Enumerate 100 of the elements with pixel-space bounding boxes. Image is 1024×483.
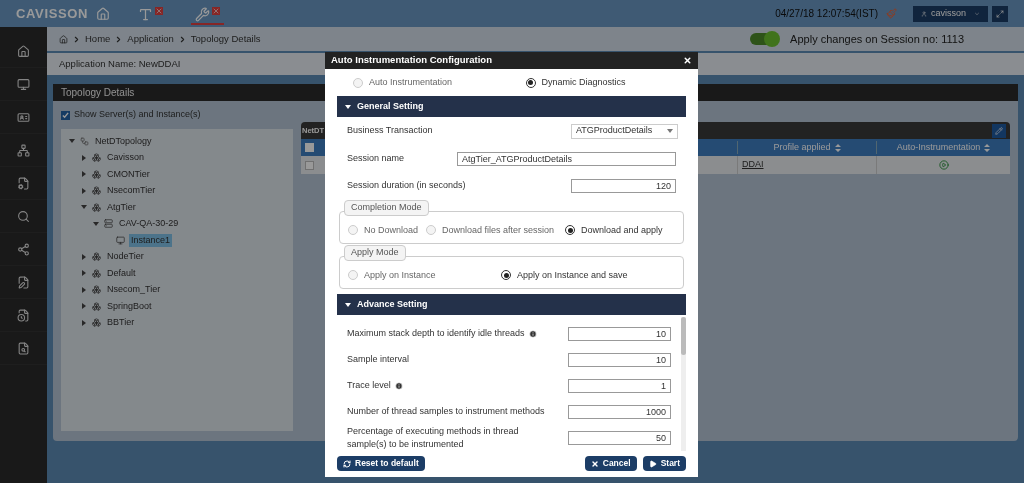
tree-item-label[interactable]: Nsecom_Tier [105,283,163,297]
application-name: Application Name: NewDDAI [59,56,181,71]
reset-button[interactable]: Reset to default [337,456,425,471]
sort-icon[interactable] [984,143,991,152]
profile-link[interactable]: DDAI [742,158,764,172]
radio-label: Apply on Instance [364,268,436,282]
checkbox-label: Show Server(s) and Instance(s) [74,108,201,122]
expand-button[interactable] [992,5,1008,22]
radio-label: Apply on Instance and save [517,268,628,282]
scrollbar[interactable] [681,317,686,451]
tree-item-label[interactable]: CAV-QA-30-29 [117,217,181,231]
breadcrumb-link[interactable]: Topology Details [190,31,261,47]
server-icon [104,219,113,229]
monitor-icon[interactable] [17,77,30,91]
user-menu-button[interactable]: cavisson [913,5,988,22]
play-icon [648,459,657,468]
caret-down-icon[interactable] [345,103,351,110]
user-icon [921,9,927,18]
tree-item-label[interactable]: NetDTopology [93,134,154,148]
section-header[interactable]: Advance Setting [337,294,686,315]
file-gear-icon[interactable] [17,176,30,190]
id-card-icon[interactable] [17,110,30,124]
pencil-icon [995,126,1003,135]
field-label: Session duration (in seconds) [347,179,466,193]
caret-right-icon[interactable] [81,253,87,260]
field-label: Percentage of executing methods in thread sample(s) to be instrumented [347,424,520,451]
file-clock-icon[interactable] [17,308,30,322]
caret-right-icon[interactable] [81,303,87,310]
caret-right-icon[interactable] [81,286,87,293]
checkbox[interactable] [305,143,314,152]
input-field[interactable]: 50 [568,431,671,445]
expand-icon [996,9,1004,18]
cluster-icon [92,186,101,196]
share-icon[interactable] [17,242,30,256]
cluster-icon [92,268,101,278]
radio-label: Auto Instrumentation [369,75,453,89]
group-legend: Completion Mode [344,200,429,216]
chevron-right-icon [72,34,81,44]
cluster-icon [92,169,101,179]
refresh-icon [343,459,351,468]
toggle-switch[interactable] [750,33,779,45]
panel-title: Topology Details [61,86,135,100]
tree-item-label[interactable]: Default [105,266,138,280]
tree-item-label[interactable]: NsecomTier [105,184,158,198]
field-label: Business Transaction [347,124,433,138]
section-title: General Setting [357,99,424,113]
tree-item-label[interactable]: BBTier [105,316,137,330]
input-field[interactable]: 120 [571,179,676,193]
cluster-icon [92,285,101,295]
instance-icon [116,235,125,245]
tree-item-label[interactable]: Instance1 [129,233,173,247]
home-icon[interactable] [96,6,111,21]
column-header[interactable]: Auto-Instrumentation [896,140,981,155]
caret-right-icon[interactable] [81,270,87,277]
breadcrumb-link[interactable]: Application [127,31,174,47]
tree-item-label[interactable]: Cavisson [105,151,146,165]
section-header[interactable]: General Setting [337,96,686,117]
close-icon[interactable] [683,56,692,65]
close-icon [590,459,599,468]
text-icon [138,6,154,22]
radio-label: Dynamic Diagnostics [541,75,626,89]
info-icon[interactable] [528,330,537,338]
edit-button[interactable] [992,123,1006,138]
tree-item-label[interactable]: SpringBoot [105,299,154,313]
cluster-icon [92,301,101,311]
caret-down-icon[interactable] [345,301,351,308]
group-legend: Apply Mode [344,245,406,261]
field-label: Sample interval [347,353,410,367]
dialog-title: Auto Instrumentation Configuration [331,53,492,68]
file-edit-icon[interactable] [17,275,30,289]
input-field[interactable]: 10 [568,327,671,341]
date-time: 04/27/18 12:07:54(IST) [775,7,878,21]
sort-icon[interactable] [834,143,841,152]
field-label: Maximum stack depth to identify idle threads [347,327,525,341]
info-icon[interactable] [394,382,403,390]
home-icon[interactable] [59,34,68,44]
network-icon[interactable] [17,143,30,157]
checkbox[interactable] [61,110,70,120]
caret-right-icon[interactable] [81,171,87,178]
cancel-button[interactable]: Cancel [584,456,637,471]
input-field[interactable]: 10 [568,353,671,367]
tools-icon [195,6,211,22]
start-button[interactable]: Start [642,456,686,471]
checkbox[interactable] [305,160,314,170]
caret-right-icon[interactable] [81,319,87,326]
input-field[interactable]: 1 [568,379,671,393]
breadcrumb-link[interactable]: Home [85,31,111,47]
input-field[interactable]: AtgTier_ATGProductDetails [457,152,676,166]
column-header[interactable]: Profile applied [773,140,831,155]
tree-item-label[interactable]: CMONTier [105,167,152,181]
search-icon[interactable] [17,209,30,223]
cluster-icon [92,153,101,163]
caret-right-icon[interactable] [81,154,87,161]
caret-right-icon[interactable] [81,187,87,194]
file-search-icon[interactable] [17,341,30,355]
radio-label: Download and apply [581,223,663,237]
session-label: Apply changes on Session no: 1113 [790,31,964,47]
tree-item-label[interactable]: AtgTier [105,200,138,214]
tree-item-label[interactable]: NodeTier [105,250,146,264]
input-field[interactable]: 1000 [568,405,671,419]
